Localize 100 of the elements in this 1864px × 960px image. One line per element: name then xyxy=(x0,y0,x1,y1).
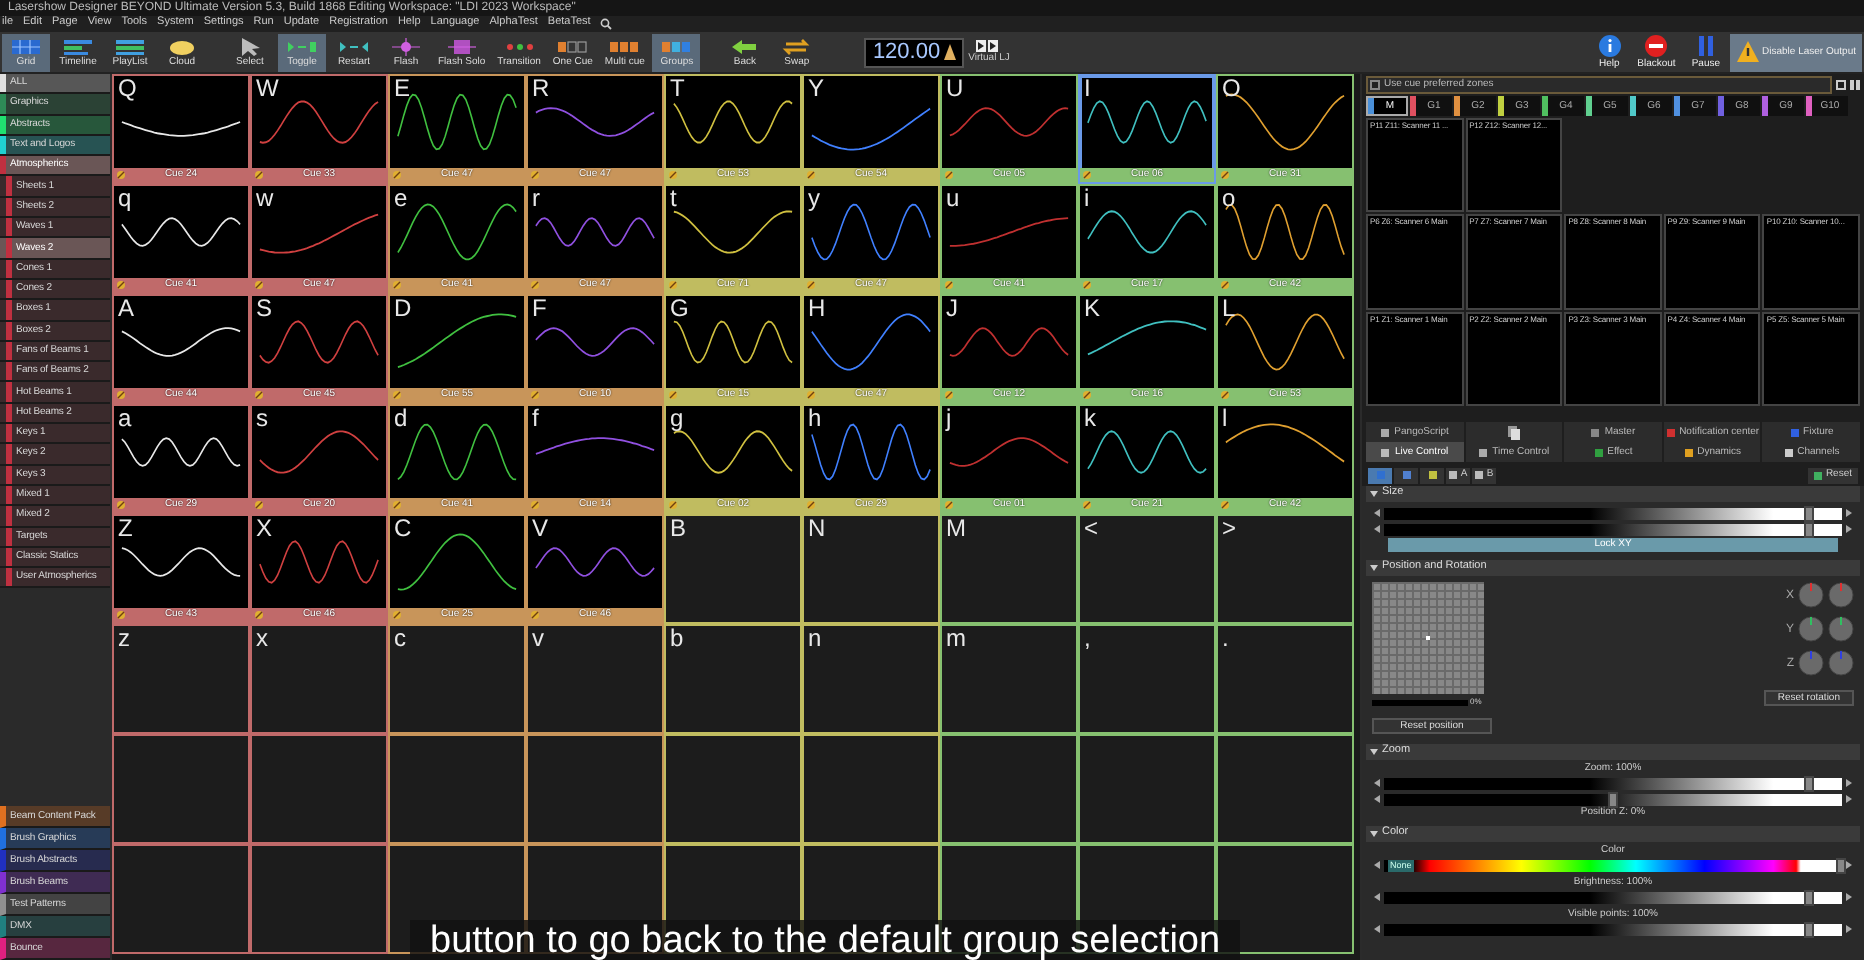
rotation-knob[interactable] xyxy=(1798,582,1824,608)
slider-track[interactable] xyxy=(1384,891,1842,903)
rotation-knob[interactable] xyxy=(1798,650,1824,676)
key-label: a xyxy=(118,406,132,430)
slider-track[interactable] xyxy=(1384,923,1842,935)
waveform-preview xyxy=(259,320,379,364)
key-label: f xyxy=(532,406,539,430)
slider-thumb[interactable] xyxy=(1803,521,1814,537)
cue-cell[interactable]: . xyxy=(1216,624,1354,734)
step-left-icon[interactable] xyxy=(1372,924,1382,934)
step-right-icon[interactable] xyxy=(1844,892,1854,902)
cue-cell[interactable]: , xyxy=(1078,624,1216,734)
cue-cell[interactable]: N xyxy=(802,514,940,624)
step-left-icon[interactable] xyxy=(1372,860,1382,870)
grid-cell[interactable] xyxy=(388,734,526,844)
slider-thumb[interactable] xyxy=(1803,505,1814,521)
grid-cell[interactable] xyxy=(112,844,250,954)
bpm-display[interactable]: 120.00 xyxy=(864,37,965,67)
waveform-preview xyxy=(259,213,379,254)
grid-cell[interactable] xyxy=(1216,734,1354,844)
key-label: , xyxy=(1084,626,1091,650)
grid-cell[interactable] xyxy=(940,734,1078,844)
cue-cell[interactable]: x xyxy=(250,624,388,734)
key-label: w xyxy=(256,186,274,210)
grid-cell[interactable] xyxy=(1078,734,1216,844)
waveform-preview xyxy=(397,533,517,591)
cue-cell[interactable]: < xyxy=(1078,514,1216,624)
waveform-preview xyxy=(949,327,1069,357)
cue-cell[interactable]: c xyxy=(388,624,526,734)
cloud-icon xyxy=(166,37,198,55)
slider-thumb[interactable] xyxy=(1803,775,1814,791)
list-icon xyxy=(114,37,146,55)
key-label: b xyxy=(670,626,684,650)
waveform-preview xyxy=(535,547,655,577)
waveform-preview xyxy=(949,107,1069,137)
tool-button[interactable] xyxy=(1394,467,1418,483)
triangle-icon xyxy=(1370,564,1378,572)
key-label: W xyxy=(256,76,279,100)
step-right-icon[interactable] xyxy=(1844,924,1854,934)
key-label: . xyxy=(1222,626,1229,650)
waveform-preview xyxy=(673,210,793,254)
slider-thumb[interactable] xyxy=(1803,921,1814,937)
grid-cell[interactable] xyxy=(802,734,940,844)
cue-cell[interactable]: > xyxy=(1216,514,1354,624)
cue-cell[interactable]: n xyxy=(802,624,940,734)
grid-cell[interactable] xyxy=(664,734,802,844)
key-label: V xyxy=(532,516,549,540)
step-right-icon[interactable] xyxy=(1844,860,1854,870)
grid-icon xyxy=(10,37,42,55)
slider-thumb[interactable] xyxy=(1803,889,1814,905)
key-label: g xyxy=(670,406,684,430)
key-label: G xyxy=(670,296,689,320)
tool-icon xyxy=(1375,470,1385,480)
key-label: j xyxy=(946,406,952,430)
step-left-icon[interactable] xyxy=(1372,892,1382,902)
grid-cell[interactable] xyxy=(526,734,664,844)
waveform-preview xyxy=(121,437,241,467)
cue-cell[interactable]: m xyxy=(940,624,1078,734)
key-label: x xyxy=(256,626,268,650)
slider-thumb[interactable] xyxy=(1836,857,1846,873)
waveform-preview xyxy=(1087,430,1207,474)
pad-meter xyxy=(1372,699,1468,705)
tool-button[interactable] xyxy=(1368,467,1392,483)
squares-icon xyxy=(660,37,693,55)
key-label: S xyxy=(256,296,273,320)
cursor-icon xyxy=(240,37,260,55)
columns-icon[interactable] xyxy=(1850,80,1860,90)
cue-cell[interactable]: M xyxy=(940,514,1078,624)
waveform-preview xyxy=(535,437,655,455)
slider-thumb[interactable] xyxy=(1607,791,1617,807)
waveform-preview xyxy=(949,437,1069,467)
waveform-preview xyxy=(673,320,793,364)
slider-track[interactable] xyxy=(1384,523,1842,535)
grid-cell[interactable] xyxy=(250,734,388,844)
slider-track[interactable] xyxy=(1384,793,1842,805)
checkbox[interactable] xyxy=(1370,80,1380,90)
cue-cell[interactable]: z xyxy=(112,624,250,734)
key-label: > xyxy=(1222,516,1237,540)
search-icon[interactable] xyxy=(600,18,613,30)
rotation-knob[interactable] xyxy=(1828,582,1854,608)
tool-button[interactable] xyxy=(1420,467,1444,483)
arrow-left-icon xyxy=(728,37,761,55)
cue-cell[interactable]: v xyxy=(526,624,664,734)
help-icon xyxy=(1597,34,1622,58)
cue-cell[interactable]: B xyxy=(664,514,802,624)
waveform-preview xyxy=(1087,320,1207,356)
square-icon[interactable] xyxy=(1836,80,1846,90)
key-label: Z xyxy=(118,516,133,540)
waveform-preview xyxy=(673,430,793,474)
grid-cell[interactable] xyxy=(112,734,250,844)
rotation-knob[interactable] xyxy=(1828,616,1854,642)
grid-cell[interactable] xyxy=(1216,844,1354,954)
rotation-knob[interactable] xyxy=(1798,616,1824,642)
grid-cell[interactable] xyxy=(250,844,388,954)
rotation-knob[interactable] xyxy=(1828,650,1854,676)
slider-track[interactable] xyxy=(1384,507,1842,519)
key-label: B xyxy=(670,516,687,540)
cue-cell[interactable]: b xyxy=(664,624,802,734)
slider-track[interactable] xyxy=(1384,777,1842,789)
panel-tab[interactable] xyxy=(1465,422,1563,442)
